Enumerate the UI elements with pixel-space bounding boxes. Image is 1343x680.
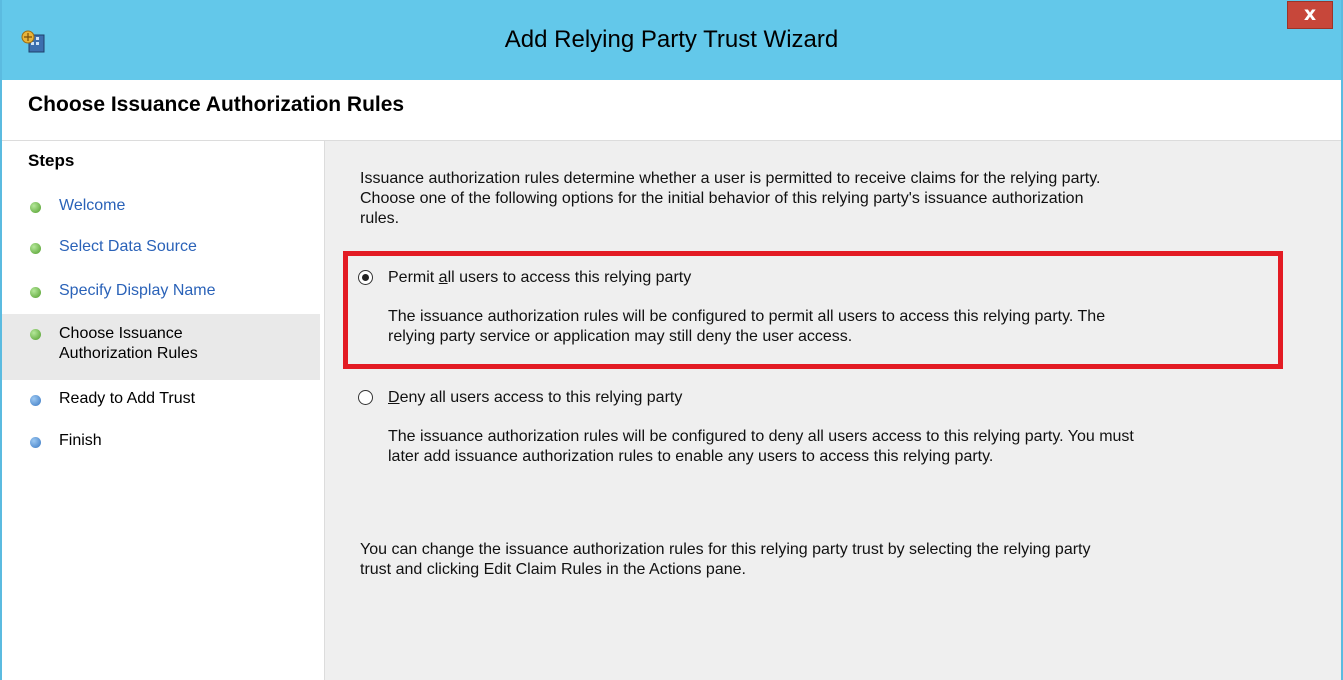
deny-all-label[interactable]: Deny all users access to this relying pa… [388, 388, 682, 408]
step-select-data-source[interactable]: Select Data Source [2, 237, 320, 261]
step-label[interactable]: Welcome [59, 196, 125, 216]
close-button[interactable]: x [1287, 1, 1333, 29]
step-choose-issuance-authorization-rules: Choose Issuance Authorization Rules [2, 314, 320, 380]
step-label-line1: Choose Issuance [59, 325, 183, 342]
footer-line-2: trust and clicking Edit Claim Rules in t… [360, 561, 746, 578]
steps-title: Steps [28, 151, 75, 170]
step-label: Finish [59, 432, 102, 449]
intro-line-3: rules. [360, 210, 400, 227]
step-label[interactable]: Specify Display Name [59, 281, 216, 301]
step-label: Ready to Add Trust [59, 390, 196, 407]
step-complete-icon [30, 287, 41, 298]
permit-all-radio[interactable] [358, 270, 373, 285]
radio-selected-dot [362, 274, 369, 281]
step-pending-icon [30, 437, 41, 448]
step-label-line2: Authorization Rules [59, 345, 198, 362]
permit-all-description-line-2: relying party service or application may… [388, 328, 853, 345]
footer-line-1: You can change the issuance authorizatio… [360, 541, 1091, 558]
step-complete-icon [30, 243, 41, 254]
steps-pane: Steps Welcome Select Data Source Specify… [2, 141, 325, 680]
step-specify-display-name[interactable]: Specify Display Name [2, 281, 320, 305]
title-bar[interactable]: Add Relying Party Trust Wizard x [2, 0, 1341, 80]
deny-all-description-line-1: The issuance authorization rules will be… [388, 428, 1134, 445]
deny-all-radio[interactable] [358, 390, 373, 405]
page-header: Choose Issuance Authorization Rules [2, 80, 1341, 141]
step-pending-icon [30, 395, 41, 406]
step-finish: Finish [2, 431, 320, 455]
permit-all-label[interactable]: Permit all users to access this relying … [388, 268, 691, 288]
wizard-window: Add Relying Party Trust Wizard x Choose … [0, 0, 1343, 680]
step-label[interactable]: Select Data Source [59, 237, 197, 257]
content-pane: Issuance authorization rules determine w… [325, 141, 1341, 680]
step-complete-icon [30, 202, 41, 213]
deny-all-description-line-2: later add issuance authorization rules t… [388, 448, 994, 465]
step-ready-to-add-trust: Ready to Add Trust [2, 389, 320, 413]
step-current-icon [30, 329, 41, 340]
page-title: Choose Issuance Authorization Rules [28, 93, 405, 116]
intro-line-2: Choose one of the following options for … [360, 190, 1084, 207]
step-welcome[interactable]: Welcome [2, 196, 320, 220]
permit-all-description-line-1: The issuance authorization rules will be… [388, 308, 1106, 325]
window-title: Add Relying Party Trust Wizard [504, 26, 839, 53]
intro-line-1: Issuance authorization rules determine w… [360, 170, 1101, 187]
